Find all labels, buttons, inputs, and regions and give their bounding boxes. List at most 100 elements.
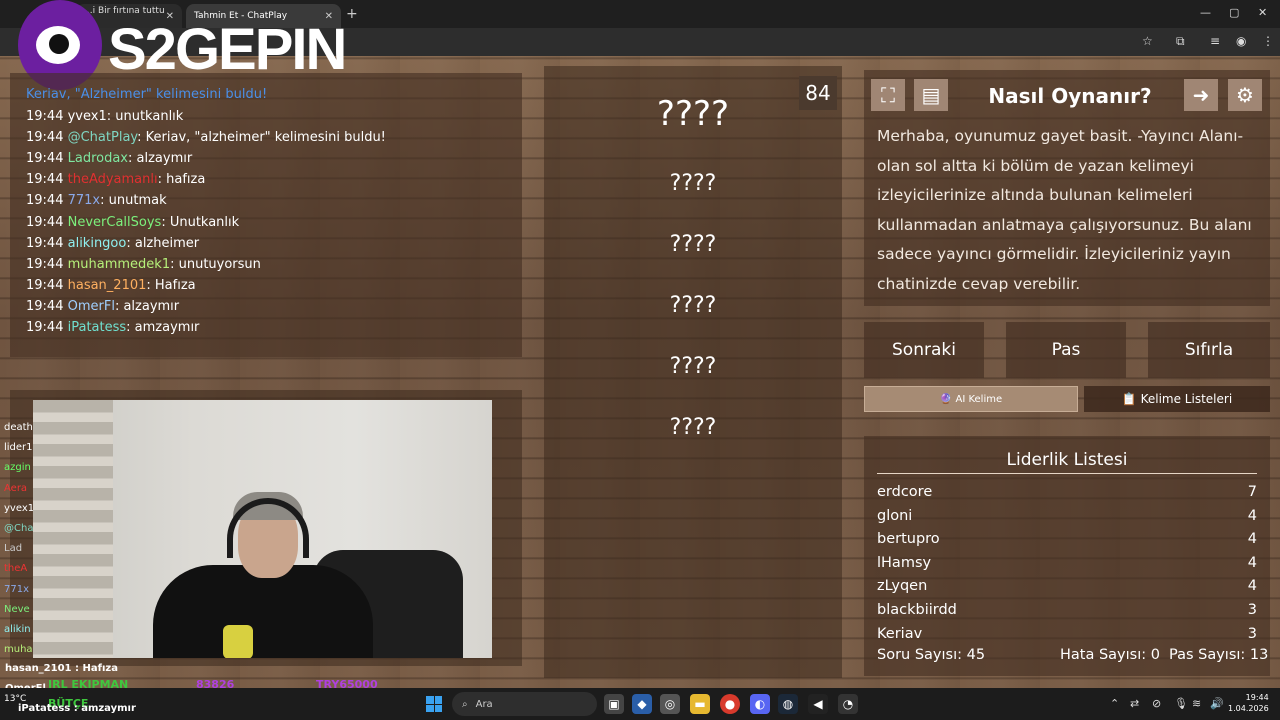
leaderboard-score: 4 (1247, 554, 1257, 571)
overlay-chat-username: @Cha (4, 523, 34, 534)
leaderboard-row: blackbiirdd 3 (877, 602, 1257, 618)
steam-icon[interactable]: ◍ (778, 694, 798, 714)
overlay-chat-line: iPatatess : amzaymır (18, 703, 136, 714)
leaderboard-row: lHamsy 4 (877, 555, 1257, 571)
window-close-icon[interactable]: ✕ (1258, 6, 1267, 19)
forbidden-word: ???? (669, 171, 717, 196)
forbidden-word: ???? (669, 354, 717, 379)
chat-text: : Hafıza (146, 277, 196, 293)
window-blind (33, 400, 113, 658)
overlay-chat-username: alikin (4, 624, 31, 635)
chat-message: 19:44 muhammedek1: unutuyorsun (26, 257, 261, 272)
overlay-chat-username: Lad (4, 543, 23, 555)
chat-text: : Keriav, "alzheimer" kelimesini buldu! (137, 130, 386, 146)
overlay-chat-username: 771x (4, 583, 30, 595)
app-icon[interactable]: ◔ (838, 694, 858, 714)
app-icon[interactable]: ◎ (660, 694, 680, 714)
minimize-icon[interactable]: — (1200, 6, 1211, 19)
logo-pupil-icon (49, 34, 69, 54)
chat-time: 19:44 (26, 151, 64, 167)
how-to-play-title: Nasıl Oynanır? (988, 84, 1152, 108)
leaderboard-name: erdcore (877, 484, 933, 500)
divider (877, 473, 1257, 474)
fullscreen-icon[interactable]: ⛶ (871, 79, 905, 111)
leaderboard-score: 4 (1247, 531, 1257, 548)
new-tab-button[interactable]: + (346, 6, 358, 22)
tab-ai-word[interactable]: 🔮 AI Kelime (864, 386, 1078, 412)
chat-time: 19:44 (26, 130, 64, 146)
chat-username[interactable]: yvex1 (68, 109, 107, 124)
leaderboard-row: gloni 4 (877, 508, 1257, 524)
chat-username[interactable]: NeverCallSoys (68, 215, 162, 230)
main-word: ???? (656, 94, 730, 134)
file-explorer-icon[interactable]: ▬ (690, 694, 710, 714)
chat-text: : alzaymır (114, 298, 180, 314)
chat-username[interactable]: OmerFl (68, 299, 115, 314)
leaderboard-score: 3 (1247, 625, 1257, 638)
pass-button[interactable]: Pas (1006, 322, 1126, 378)
discord-icon[interactable]: ◐ (750, 694, 770, 714)
chat-text: : unutuyorsun (170, 256, 261, 272)
overlay-chat-username: muha (4, 644, 33, 656)
overlay-chat-username: Neve (4, 603, 30, 615)
chat-text: : alzheimer (126, 235, 200, 251)
chat-username[interactable]: alikingoo (68, 236, 127, 251)
chat-message: 19:44 iPatatess: amzaymır (26, 320, 199, 335)
chat-time: 19:44 (26, 320, 64, 335)
wifi-icon[interactable]: ≋ (1192, 697, 1201, 710)
profile-icon[interactable]: ◉ (1236, 34, 1246, 48)
chat-text: : alzaymır (128, 151, 193, 167)
leaderboard-score: 4 (1247, 578, 1257, 595)
forbidden-word: ???? (669, 232, 717, 257)
leaderboard-name: blackbiirdd (877, 602, 957, 618)
chat-text: : unutmak (100, 193, 167, 209)
settings-gear-icon[interactable]: ⚙ (1228, 79, 1262, 111)
chat-username[interactable]: @ChatPlay (68, 130, 138, 145)
search-placeholder: Ara (475, 698, 493, 710)
chat-time: 19:44 (26, 109, 64, 124)
leaderboard-row: zLyqen 4 (877, 578, 1257, 594)
menu-icon[interactable]: ⋮ (1262, 34, 1274, 48)
chat-time: 19:44 (26, 256, 64, 272)
maximize-icon[interactable]: ▢ (1229, 6, 1239, 19)
taskbar-clock[interactable]: 19:44 1.04.2026 (1228, 692, 1269, 714)
chat-message: 19:44 hasan_2101: Hafıza (26, 278, 196, 293)
app-icon[interactable]: ◀ (808, 694, 828, 714)
reset-button[interactable]: Sıfırla (1148, 322, 1270, 378)
chat-username[interactable]: Ladrodax (68, 151, 128, 166)
chevron-up-icon[interactable]: ⌃ (1110, 697, 1119, 710)
overlay-chat-username: yvex1 (4, 502, 35, 514)
chat-username[interactable]: 771x (68, 193, 101, 208)
bookmark-star-icon[interactable]: ☆ (1142, 34, 1153, 48)
chat-time: 19:44 (26, 277, 64, 293)
app-icon[interactable]: ◆ (632, 694, 652, 714)
chat-username[interactable]: iPatatess (68, 320, 127, 335)
chat-text: : unutkanlık (106, 109, 184, 124)
extensions-icon[interactable]: ⧉ (1176, 34, 1185, 49)
notes-icon[interactable]: ▤ (914, 79, 948, 111)
leaderboard-list[interactable]: erdcore 7 gloni 4 bertupro 4 lHamsy 4 zLyqen 4 bla… (864, 480, 1270, 638)
leaderboard-row: bertupro 4 (877, 531, 1257, 547)
app-tray-icon[interactable]: ⊘ (1152, 697, 1161, 710)
start-windows-icon[interactable] (426, 696, 442, 712)
chrome-icon[interactable]: ● (720, 694, 740, 714)
exit-icon[interactable]: ➜ (1184, 79, 1218, 111)
how-to-play-text: Merhaba, oyunumuz gayet basit. -Yayıncı … (877, 127, 1252, 293)
leaderboard-name: gloni (877, 507, 913, 524)
next-button[interactable]: Sonraki (864, 322, 984, 378)
chat-username[interactable]: muhammedek1 (68, 257, 170, 272)
microphone-tray-icon[interactable]: 🎙 (1174, 697, 1188, 710)
chat-username[interactable]: theAdyamanlı (68, 172, 158, 187)
volume-icon[interactable]: 🔊 (1210, 697, 1224, 710)
chat-time: 19:44 (26, 193, 64, 209)
media-icon[interactable]: ≡ (1210, 34, 1220, 48)
taskbar-search[interactable]: ⌕ Ara (452, 692, 597, 716)
pass-count: Pas Sayısı: 13 (1169, 647, 1269, 663)
chat-username[interactable]: hasan_2101 (68, 278, 147, 293)
overlay-chat-username: lider1 (4, 442, 33, 454)
task-view-icon[interactable]: ▣ (604, 694, 624, 714)
tab-word-lists[interactable]: 📋 Kelime Listeleri (1084, 386, 1270, 412)
network-icon[interactable]: ⇄ (1130, 697, 1139, 710)
chat-message: 19:44 theAdyamanlı: hafıza (26, 172, 205, 187)
chat-time: 19:44 (26, 172, 64, 188)
